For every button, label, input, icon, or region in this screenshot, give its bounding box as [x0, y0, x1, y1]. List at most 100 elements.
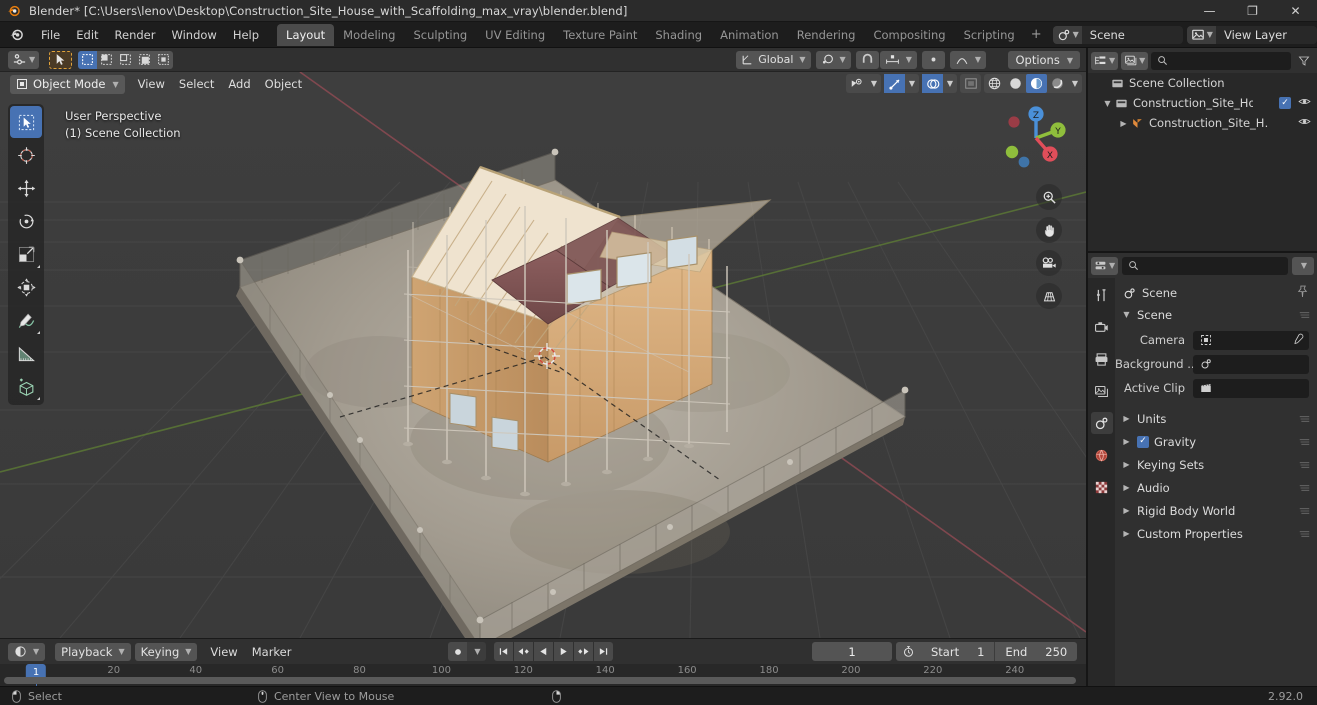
close-button[interactable]: ✕ — [1274, 0, 1317, 22]
shading-material-preview-button[interactable] — [1026, 74, 1047, 93]
section-gravity[interactable]: ▶ ✓ Gravity — [1115, 431, 1317, 452]
tab-scene[interactable] — [1090, 412, 1113, 434]
menu-edit[interactable]: Edit — [68, 26, 106, 44]
section-keying-sets[interactable]: ▶ Keying Sets — [1115, 454, 1317, 475]
add-workspace-button[interactable]: + — [1024, 27, 1049, 42]
keying-dropdown[interactable]: Keying ▼ — [134, 642, 198, 661]
minimize-button[interactable]: — — [1188, 0, 1231, 22]
view-layer-name-field[interactable]: View Layer — [1215, 25, 1317, 44]
section-custom-properties[interactable]: ▶ Custom Properties — [1115, 523, 1317, 544]
viewport-menu-view[interactable]: View — [131, 75, 172, 93]
tab-texture[interactable] — [1091, 476, 1113, 498]
tab-layout[interactable]: Layout — [277, 23, 335, 46]
toggle-perspective-button[interactable] — [1036, 283, 1062, 309]
previous-keyframe-button[interactable] — [514, 642, 533, 661]
tool-scale[interactable] — [10, 238, 42, 270]
shading-wireframe-button[interactable] — [984, 74, 1005, 93]
next-keyframe-button[interactable] — [574, 642, 593, 661]
tab-render[interactable] — [1091, 316, 1113, 338]
gravity-checkbox[interactable]: ✓ — [1137, 435, 1149, 448]
viewport-menu-select[interactable]: Select — [172, 75, 221, 93]
tab-animation[interactable]: Animation — [711, 24, 788, 46]
collapse-icon[interactable]: ▼ — [1102, 99, 1113, 108]
panel-divider-horizontal[interactable] — [1088, 251, 1317, 253]
properties-options-dropdown[interactable]: ▼ — [1292, 256, 1314, 275]
tab-sculpting[interactable]: Sculpting — [404, 24, 476, 46]
tab-modeling[interactable]: Modeling — [334, 24, 404, 46]
maximize-button[interactable]: ❐ — [1231, 0, 1274, 22]
tool-select-box[interactable] — [10, 106, 42, 138]
select-intersect-button[interactable] — [154, 50, 174, 69]
current-frame-field[interactable]: 1 — [812, 642, 892, 661]
tab-compositing[interactable]: Compositing — [864, 24, 954, 46]
hide-in-viewport-icon[interactable] — [1298, 115, 1311, 131]
select-invert-button[interactable] — [135, 50, 155, 69]
pin-icon[interactable] — [1296, 285, 1309, 301]
hide-in-viewport-icon[interactable] — [1298, 95, 1311, 111]
tool-move[interactable] — [10, 172, 42, 204]
visibility-dropdown[interactable]: ▼ — [867, 74, 881, 93]
tool-add-cube[interactable] — [10, 370, 42, 402]
pivot-point-dropdown[interactable]: ▼ — [815, 50, 851, 69]
background-scene-field[interactable] — [1193, 354, 1309, 374]
camera-view-button[interactable] — [1036, 250, 1062, 276]
viewport-menu-object[interactable]: Object — [258, 75, 309, 93]
outliner-display-mode-button[interactable]: ▼ — [1121, 51, 1149, 70]
timeline-menu-view[interactable]: View — [203, 643, 244, 661]
3d-viewport[interactable]: User Perspective (1) Scene Collection Z … — [0, 72, 1086, 638]
transform-orientation-dropdown[interactable]: Global ▼ — [736, 50, 811, 69]
outliner-search-input[interactable] — [1151, 51, 1291, 70]
outliner-row-mesh-object[interactable]: ▶ Construction_Site_H… — [1088, 113, 1317, 133]
play-button[interactable] — [554, 642, 573, 661]
panel-divider-vertical[interactable] — [1086, 48, 1088, 686]
eyedropper-icon[interactable] — [1292, 333, 1304, 348]
view-layer-browse-button[interactable]: ▼ — [1186, 25, 1216, 44]
toggle-xray-button[interactable] — [960, 74, 981, 93]
select-set-button[interactable] — [78, 50, 98, 69]
view-layer-selector[interactable]: ▼ View Layer ✕ — [1186, 25, 1317, 44]
tab-shading[interactable]: Shading — [646, 24, 711, 46]
shading-rendered-button[interactable] — [1047, 74, 1068, 93]
camera-field[interactable] — [1193, 330, 1309, 350]
scene-selector[interactable]: ▼ Scene ✕ — [1052, 25, 1183, 44]
outliner-row-construction-site-house[interactable]: ▼ Construction_Site_House ✓ — [1088, 93, 1317, 113]
timeline-scrollbar[interactable] — [4, 677, 1076, 684]
shading-solid-button[interactable] — [1005, 74, 1026, 93]
tab-view-layer[interactable] — [1091, 380, 1113, 402]
tool-annotate[interactable] — [10, 304, 42, 336]
jump-to-end-button[interactable] — [594, 642, 613, 661]
object-type-visibility-button[interactable] — [846, 74, 867, 93]
timeline-ruler[interactable]: 20 40 60 80 100 120 140 160 180 200 220 240 1 — [0, 664, 1086, 686]
navigation-gizmo[interactable]: Z Y X — [998, 100, 1074, 176]
snap-toggle-button[interactable] — [855, 50, 879, 69]
shading-dropdown[interactable]: ▼ — [1068, 74, 1082, 93]
tab-uv-editing[interactable]: UV Editing — [476, 24, 554, 46]
play-reverse-button[interactable] — [534, 642, 553, 661]
menu-help[interactable]: Help — [225, 26, 267, 44]
active-clip-field[interactable] — [1193, 378, 1309, 398]
viewport-menu-add[interactable]: Add — [221, 75, 257, 93]
overlays-dropdown[interactable]: ▼ — [943, 74, 957, 93]
collection-checkbox[interactable]: ✓ — [1279, 97, 1291, 109]
object-mode-dropdown[interactable]: Object Mode ▼ — [10, 74, 125, 94]
menu-render[interactable]: Render — [107, 26, 164, 44]
scene-name-field[interactable]: Scene — [1081, 25, 1183, 44]
tool-measure[interactable] — [10, 337, 42, 369]
proportional-editing-button[interactable] — [921, 50, 945, 69]
expand-icon[interactable]: ▶ — [1118, 119, 1129, 128]
gizmo-dropdown[interactable]: ▼ — [905, 74, 919, 93]
menu-file[interactable]: File — [33, 26, 68, 44]
viewport-options-dropdown[interactable]: Options ▼ — [1008, 51, 1080, 69]
scene-browse-button[interactable]: ▼ — [1052, 25, 1082, 44]
use-preview-range-button[interactable] — [896, 642, 921, 661]
timeline-editor-type-button[interactable]: ▼ — [8, 642, 46, 661]
auto-keying-button[interactable] — [448, 642, 467, 661]
outliner-editor-type-button[interactable]: ▼ — [1091, 51, 1119, 70]
tab-texture-paint[interactable]: Texture Paint — [554, 24, 646, 46]
tool-transform[interactable] — [10, 271, 42, 303]
tab-rendering[interactable]: Rendering — [788, 24, 865, 46]
menu-window[interactable]: Window — [163, 26, 224, 44]
auto-keying-dropdown[interactable]: ▼ — [467, 642, 486, 661]
blender-menu-icon[interactable] — [8, 26, 25, 43]
show-overlays-button[interactable] — [922, 74, 943, 93]
